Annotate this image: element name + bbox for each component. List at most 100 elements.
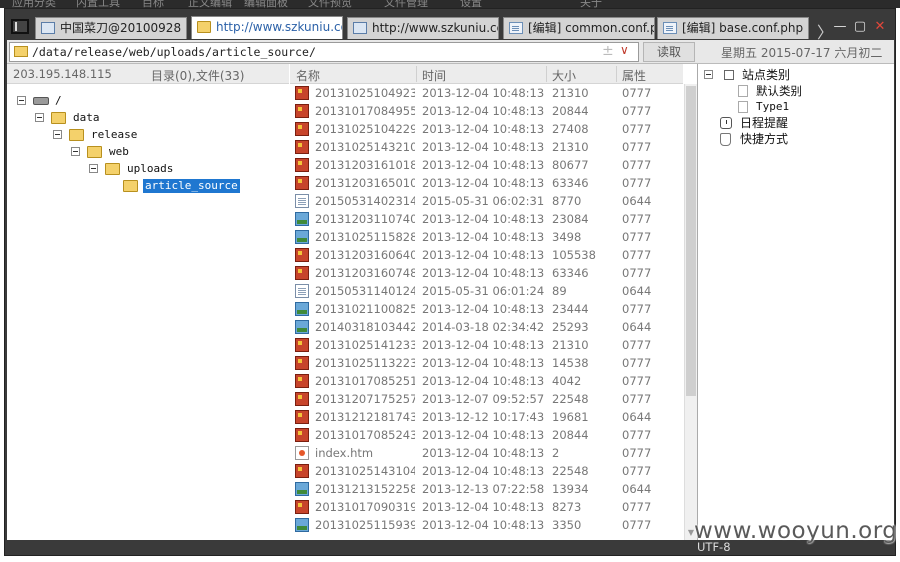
file-row[interactable]: 20131017085243a... 2013-12-04 10:48:13 208… — [290, 426, 683, 444]
file-row[interactable]: 20131021100825... 2013-12-04 10:48:13 2344… — [290, 300, 683, 318]
image-icon — [295, 410, 309, 424]
file-name: 20131203161018d... — [315, 158, 415, 172]
chevron-down-icon[interactable]: ∨ — [620, 43, 629, 57]
column-divider[interactable] — [616, 66, 617, 82]
file-row[interactable]: 20131017090319... 2013-12-04 10:48:13 8273… — [290, 498, 683, 516]
column-name[interactable]: 名称 — [296, 67, 320, 84]
file-perm: 0777 — [622, 158, 652, 172]
document-icon — [738, 85, 748, 97]
file-size: 22548 — [552, 464, 589, 478]
file-time: 2013-12-04 10:48:13 — [422, 104, 545, 118]
read-button[interactable]: 读取 — [643, 42, 695, 62]
file-row[interactable]: 20131213152258... 2013-12-13 07:22:58 1393… — [290, 480, 683, 498]
collapse-icon[interactable] — [35, 113, 44, 122]
file-row[interactable]: index.htm 2013-12-04 10:48:13 2 0777 — [290, 444, 683, 462]
file-row[interactable]: 20150531402314... 2015-05-31 06:02:31 8770… — [290, 192, 683, 210]
top-menu-item[interactable]: 正文编辑 — [188, 0, 232, 8]
add-bookmark-icon[interactable]: ± — [602, 43, 614, 59]
column-perm[interactable]: 属性 — [622, 67, 646, 84]
tab-1[interactable]: 中国菜刀@20100928 — [35, 17, 187, 39]
file-row[interactable]: 20131025141233... 2013-12-04 10:48:13 2131… — [290, 336, 683, 354]
file-name: 20131025113223... — [315, 356, 415, 370]
file-perm: 0777 — [622, 176, 652, 190]
top-menu-item[interactable]: 编辑面板 — [244, 0, 288, 8]
column-divider[interactable] — [416, 66, 417, 82]
file-list-scrollbar[interactable]: ▼ — [684, 84, 697, 540]
file-size: 89 — [552, 284, 567, 298]
file-perm: 0777 — [622, 230, 652, 244]
collapse-icon[interactable] — [89, 164, 98, 173]
file-size: 8770 — [552, 194, 582, 208]
file-row[interactable]: 20140318103442... 2014-03-18 02:34:42 2529… — [290, 318, 683, 336]
column-size[interactable]: 大小 — [552, 67, 576, 84]
file-row[interactable]: 20131025113223... 2013-12-04 10:48:13 1453… — [290, 354, 683, 372]
file-row[interactable]: 20131203160748... 2013-12-04 10:48:13 6334… — [290, 264, 683, 282]
collapse-icon[interactable] — [17, 96, 26, 105]
top-menu-item[interactable]: 目标 — [142, 0, 164, 8]
file-row[interactable]: 20131203160640fc... 2013-12-04 10:48:13 10… — [290, 246, 683, 264]
file-size: 63346 — [552, 266, 589, 280]
file-row[interactable]: 20131025104229... 2013-12-04 10:48:13 2740… — [290, 120, 683, 138]
tree-node-data[interactable]: data — [7, 111, 289, 127]
tab-4[interactable]: [编辑] common.conf.php — [503, 17, 655, 39]
minimize-icon[interactable]: — — [833, 20, 847, 34]
file-time: 2013-12-04 10:48:13 — [422, 266, 545, 280]
file-row[interactable]: 20131025143104... 2013-12-04 10:48:13 2254… — [290, 462, 683, 480]
top-menu-item[interactable]: 设置 — [460, 0, 482, 8]
tab-3[interactable]: http://www.szkuniu.com... — [347, 17, 499, 39]
file-row[interactable]: 20131025104923d... 2013-12-04 10:48:13 213… — [290, 84, 683, 102]
tree-node-[interactable]: / — [7, 94, 289, 110]
tree-node-release[interactable]: release — [7, 128, 289, 144]
close-icon[interactable]: ✕ — [873, 20, 887, 34]
top-menu-item[interactable]: 文件预览 — [308, 0, 352, 8]
file-list-header: 名称 时间 大小 属性 — [290, 64, 683, 84]
file-row[interactable]: 20131017085251... 2013-12-04 10:48:13 4042… — [290, 372, 683, 390]
top-menu-item[interactable]: 应用分类 — [12, 0, 56, 8]
app-menu-icon[interactable] — [11, 19, 29, 34]
maximize-icon[interactable]: ▢ — [853, 20, 867, 34]
tree-node-web[interactable]: web — [7, 145, 289, 161]
collapse-icon[interactable] — [53, 130, 62, 139]
image-icon — [295, 122, 309, 136]
checkbox-icon[interactable] — [724, 70, 734, 80]
image-icon — [295, 392, 309, 406]
column-divider[interactable] — [546, 66, 547, 82]
folder-icon — [123, 180, 138, 192]
file-row[interactable]: 20131203161018d... 2013-12-04 10:48:13 806… — [290, 156, 683, 174]
collapse-icon[interactable] — [71, 147, 80, 156]
file-name: 20131025115939... — [315, 518, 415, 532]
scrollbar-thumb[interactable] — [686, 86, 696, 396]
picture-icon — [295, 482, 309, 496]
top-menu-item[interactable]: 文件管理 — [384, 0, 428, 8]
top-menu-item[interactable]: 关于 — [580, 0, 602, 8]
file-row[interactable]: 20131207175257... 2013-12-07 09:52:57 2254… — [290, 390, 683, 408]
file-row[interactable]: 20131212181743... 2013-12-12 10:17:43 1968… — [290, 408, 683, 426]
image-icon — [295, 158, 309, 172]
collapse-icon[interactable] — [704, 70, 713, 79]
dir-file-count: 目录(0),文件(33) — [151, 69, 245, 83]
tree-node-uploads[interactable]: uploads — [7, 162, 289, 178]
file-row[interactable]: 20131203110740... 2013-12-04 10:48:13 2308… — [290, 210, 683, 228]
file-row[interactable]: 2013101708495531... 2013-12-04 10:48:13 20… — [290, 102, 683, 120]
file-size: 3350 — [552, 518, 582, 532]
directory-tree: / data release web uploads article_source — [7, 84, 289, 540]
default-category-label: 默认类别 — [756, 84, 802, 98]
file-name: 20131017085243a... — [315, 428, 415, 442]
column-time[interactable]: 时间 — [422, 67, 446, 84]
window-icon — [41, 22, 55, 34]
file-row[interactable]: 20131203165010f9... 2013-12-04 10:48:13 63… — [290, 174, 683, 192]
file-row[interactable]: 20131025115939... 2013-12-04 10:48:13 3350… — [290, 516, 683, 534]
file-size: 25293 — [552, 320, 589, 334]
file-row[interactable]: 20150531140124b... 2015-05-31 06:01:24 89 0… — [290, 282, 683, 300]
top-menu-item[interactable]: 内置工具 — [76, 0, 120, 8]
tab-5[interactable]: [编辑] base.conf.php — [657, 17, 809, 39]
file-row[interactable]: 20131025115828... 2013-12-04 10:48:13 3498… — [290, 228, 683, 246]
tab-2[interactable]: http://www.szkuniu.com... — [191, 16, 343, 39]
file-perm: 0777 — [622, 302, 652, 316]
file-row[interactable]: 20131025143210... 2013-12-04 10:48:13 2131… — [290, 138, 683, 156]
schedule-label: 日程提醒 — [740, 116, 789, 130]
tree-node-article-source[interactable]: article_source — [7, 179, 289, 195]
image-icon — [295, 374, 309, 388]
file-size: 13934 — [552, 482, 589, 496]
path-input[interactable] — [32, 44, 592, 60]
